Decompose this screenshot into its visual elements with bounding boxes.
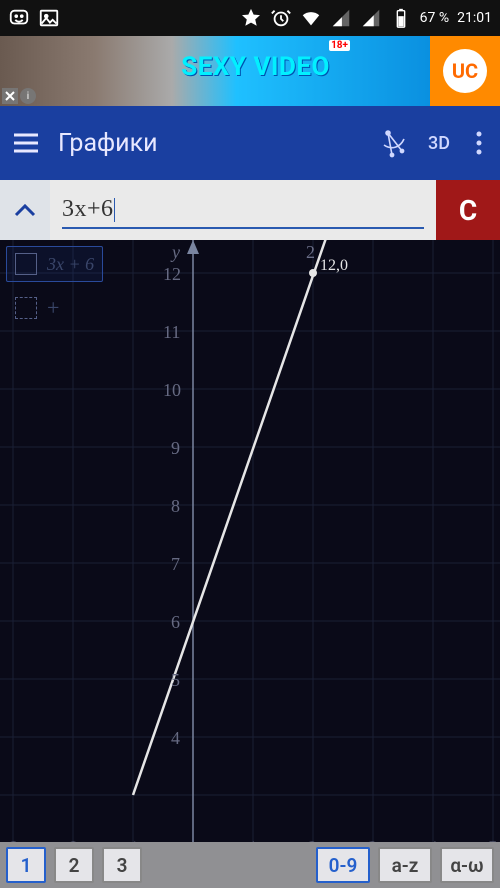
uc-icon: UC (443, 49, 487, 93)
expression-input-bar: 3x+6 C (0, 180, 500, 240)
ad-banner[interactable]: 18+ SEXY VIDEO UC i (0, 36, 500, 106)
svg-text:4: 4 (171, 728, 180, 748)
signal2-icon (360, 7, 382, 29)
clear-button[interactable]: C (436, 180, 500, 240)
svg-text:10: 10 (163, 380, 181, 400)
battery-icon (390, 7, 412, 29)
image-icon (38, 7, 60, 29)
function-list: 3x + 6 + (6, 246, 103, 328)
graph-view[interactable]: 12,0 y 2 12 11 10 9 8 7 6 5 4 3x + 6 + -… (0, 240, 500, 842)
y-axis-label: y (170, 242, 180, 262)
function-label: 3x + 6 (47, 254, 94, 275)
mode-latin-button[interactable]: a-z (378, 847, 432, 883)
add-function-button[interactable]: + (6, 288, 103, 328)
page-3-button[interactable]: 3 (102, 847, 142, 883)
function-item[interactable]: 3x + 6 (6, 246, 103, 282)
geometry-tool-button[interactable] (374, 127, 414, 159)
expression-value: 3x+6 (62, 196, 114, 222)
plus-label: + (47, 295, 59, 321)
function-checkbox[interactable] (15, 253, 37, 275)
add-function-icon (15, 297, 37, 319)
svg-text:12: 12 (163, 264, 181, 284)
svg-text:8: 8 (171, 496, 180, 516)
collapse-button[interactable] (0, 180, 50, 240)
3d-mode-button[interactable]: 3D (414, 133, 464, 154)
ad-close-icon[interactable] (2, 88, 18, 104)
page-2-button[interactable]: 2 (54, 847, 94, 883)
alarm-icon (270, 7, 292, 29)
overflow-menu-button[interactable] (464, 131, 494, 155)
keyboard-mode-bar: 1 2 3 0-9 a-z α-ω (0, 842, 500, 888)
top-tick: 2 (306, 242, 315, 262)
svg-text:7: 7 (171, 554, 180, 574)
mode-greek-button[interactable]: α-ω (440, 847, 494, 883)
ad-age-badge: 18+ (329, 40, 350, 51)
page-title: Графики (46, 129, 374, 158)
wifi-icon (300, 7, 322, 29)
battery-text: 67 % (420, 10, 449, 26)
ad-brand: UC (430, 36, 500, 106)
menu-button[interactable] (6, 132, 46, 154)
smile-icon (8, 7, 30, 29)
svg-text:11: 11 (163, 322, 180, 342)
ad-text: SEXY VIDEO (181, 52, 330, 82)
star-icon (240, 7, 262, 29)
point-label: 12,0 (320, 257, 348, 274)
expression-input[interactable]: 3x+6 (50, 180, 436, 240)
text-cursor (114, 198, 115, 222)
svg-text:9: 9 (171, 438, 180, 458)
mode-numeric-button[interactable]: 0-9 (316, 847, 370, 883)
app-toolbar: Графики 3D (0, 106, 500, 180)
ad-info-icon[interactable]: i (20, 88, 36, 104)
android-statusbar: 67 % 21:01 (0, 0, 500, 36)
svg-text:6: 6 (171, 612, 180, 632)
clock-text: 21:01 (457, 10, 492, 26)
svg-text:5: 5 (171, 670, 180, 690)
signal1-icon (330, 7, 352, 29)
page-1-button[interactable]: 1 (6, 847, 46, 883)
